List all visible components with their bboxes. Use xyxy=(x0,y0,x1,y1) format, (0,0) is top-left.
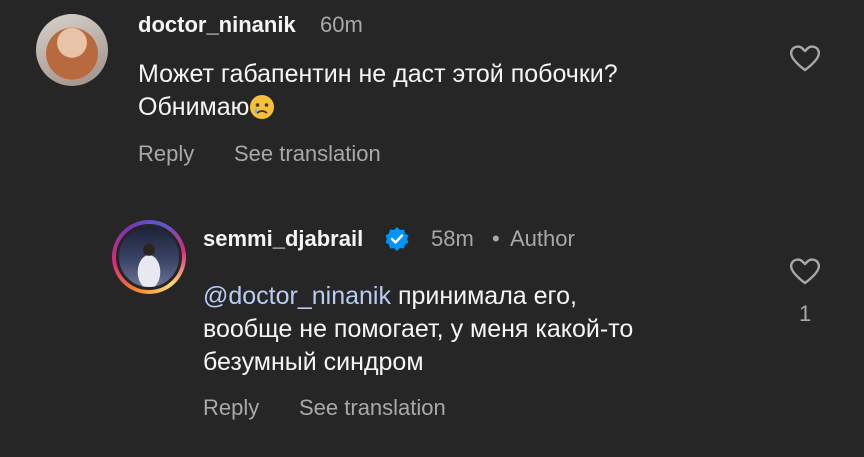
comment-text-line: @doctor_ninanik принимала его, xyxy=(203,280,763,313)
verified-badge-icon xyxy=(385,227,409,251)
comment-text: @doctor_ninanik принимала его, вообще не… xyxy=(203,280,763,379)
comment-username[interactable]: semmi_djabrail xyxy=(203,226,363,252)
see-translation-button[interactable]: See translation xyxy=(234,141,381,167)
comment-text-segment: принимала его, xyxy=(391,282,577,310)
heart-icon[interactable] xyxy=(788,256,822,286)
avatar xyxy=(116,224,182,290)
like-count: 1 xyxy=(799,301,812,326)
reply-button[interactable]: Reply xyxy=(138,141,194,167)
see-translation-button[interactable]: See translation xyxy=(299,395,446,421)
comment-text-line: Может габапентин не даст этой побочки? xyxy=(138,60,618,88)
comment-text-line: вообще не помогает, у меня какой-то xyxy=(203,315,634,343)
author-badge: Author xyxy=(510,226,575,251)
avatar[interactable] xyxy=(36,14,108,86)
comment-text: Может габапентин не даст этой побочки? О… xyxy=(138,58,778,124)
comment-text-segment: Обнимаю xyxy=(138,93,250,121)
reply-button[interactable]: Reply xyxy=(203,395,259,421)
meta-separator: • xyxy=(492,226,500,251)
comment-text-line-2: Обнимаю xyxy=(138,91,778,124)
mention-link[interactable]: @doctor_ninanik xyxy=(203,282,391,310)
comment-semmi-djabrail: semmi_djabrail 58m • Author @doctor_nina… xyxy=(0,200,864,457)
comment-text-line: безумный синдром xyxy=(203,348,424,376)
comment-username[interactable]: doctor_ninanik xyxy=(138,12,296,38)
comment-timestamp: 60m xyxy=(320,12,363,37)
heart-icon[interactable] xyxy=(788,43,822,73)
crying-face-icon xyxy=(250,95,275,119)
comment-doctor-ninanik: doctor_ninanik 60m Может габапентин не д… xyxy=(0,0,864,200)
story-ring[interactable] xyxy=(112,220,186,294)
comment-timestamp: 58m xyxy=(431,226,474,251)
